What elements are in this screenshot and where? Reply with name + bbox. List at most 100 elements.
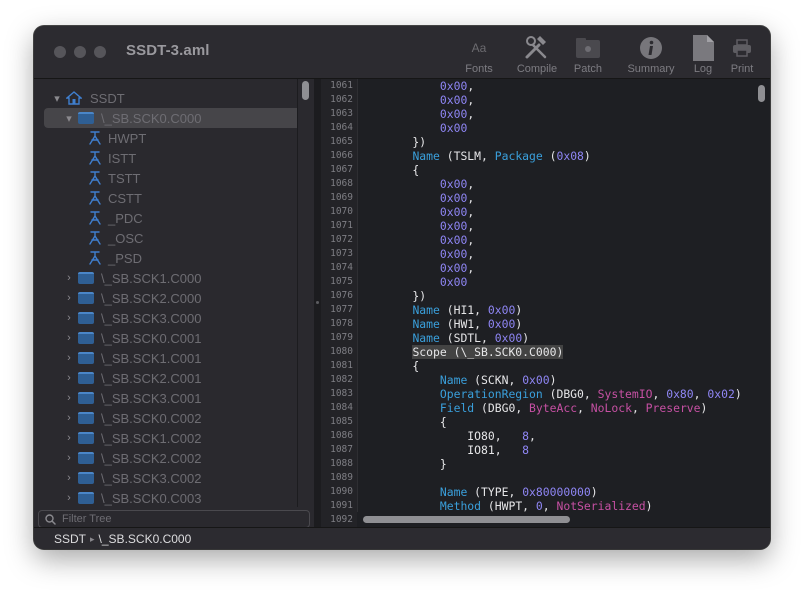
tree-item-label: \_SB.SCK3.C002	[101, 470, 202, 486]
line-number: 1081	[330, 360, 353, 371]
line-number: 1068	[330, 178, 353, 189]
chevron-right-icon[interactable]: ›	[62, 452, 76, 464]
code-token: })	[385, 289, 427, 303]
tree-item-method[interactable]: CSTT	[34, 188, 314, 208]
filter-field[interactable]: Filter Tree	[38, 510, 310, 527]
chevron-right-icon[interactable]: ›	[62, 292, 76, 304]
tree-item-scope[interactable]: › \_SB.SCK1.C000	[34, 268, 314, 288]
code-token: 0x00	[439, 233, 468, 247]
tree-item-scope[interactable]: › \_SB.SCK1.C002	[34, 428, 314, 448]
code-token: (SDTL,	[439, 331, 495, 345]
tree-item-selected[interactable]: ▾ \_SB.SCK0.C000	[44, 108, 304, 128]
chevron-right-icon[interactable]: ›	[62, 372, 76, 384]
chevron-right-icon[interactable]: ›	[62, 352, 76, 364]
code-line: 0x00	[385, 275, 467, 289]
code-line: 0x00,	[385, 233, 474, 247]
log-button[interactable]: Log	[688, 34, 718, 75]
code-line: 0x00,	[385, 191, 474, 205]
line-number: 1092	[330, 514, 353, 525]
code-token: ,	[652, 387, 667, 401]
line-number: 1082	[330, 374, 353, 385]
tree-item-method[interactable]: _PSD	[34, 248, 314, 268]
line-number: 1071	[330, 220, 353, 231]
editor-hscroll-thumb[interactable]	[363, 516, 570, 523]
print-button[interactable]: Print	[726, 34, 758, 75]
chevron-right-icon[interactable]: ›	[62, 392, 76, 404]
split-view-divider[interactable]	[314, 79, 321, 527]
line-number: 1072	[330, 234, 353, 245]
tree-item-scope[interactable]: › \_SB.SCK3.C000	[34, 308, 314, 328]
tree-item-scope[interactable]: › \_SB.SCK2.C001	[34, 368, 314, 388]
summary-button[interactable]: Summary	[622, 34, 680, 75]
tree-item-label: _OSC	[108, 230, 144, 246]
code-token: 0x00	[487, 303, 516, 317]
chevron-down-icon[interactable]: ▾	[50, 92, 64, 105]
chevron-right-icon[interactable]: ›	[62, 272, 76, 284]
code-text[interactable]: 0x00, 0x00, 0x00, 0x00 }) Name (TSLM, Pa…	[385, 79, 753, 513]
chevron-down-icon[interactable]: ▾	[62, 112, 76, 125]
patch-button[interactable]: Patch	[569, 34, 607, 75]
tree-item-label: _PSD	[108, 250, 142, 266]
chevron-right-icon[interactable]: ›	[62, 472, 76, 484]
chevron-right-icon[interactable]: ›	[62, 412, 76, 424]
code-line: Name (TYPE, 0x80000000)	[385, 485, 598, 499]
line-number: 1065	[330, 136, 353, 147]
chevron-right-icon[interactable]: ›	[62, 492, 76, 504]
code-token: ,	[693, 387, 708, 401]
tree-item-label: \_SB.SCK3.C000	[101, 310, 202, 326]
tree-item-method[interactable]: ISTT	[34, 148, 314, 168]
code-line: 0x00,	[385, 247, 474, 261]
code-line: 0x00,	[385, 93, 474, 107]
path-current[interactable]: \_SB.SCK0.C000	[99, 532, 192, 546]
tree-item-root[interactable]: ▾ SSDT	[34, 88, 312, 108]
tree-item-method[interactable]: HWPT	[34, 128, 314, 148]
code-token: )	[549, 373, 557, 387]
code-token: Name	[412, 317, 440, 331]
tree-item-scope[interactable]: › \_SB.SCK3.C002	[34, 468, 314, 488]
minimize-button[interactable]	[74, 46, 86, 58]
chevron-right-icon[interactable]: ›	[62, 312, 76, 324]
code-token: })	[385, 135, 427, 149]
code-line: }	[385, 457, 447, 471]
zoom-button[interactable]	[94, 46, 106, 58]
code-editor[interactable]: 1061 1062 1063 1064 1065 1066 1067 1068 1069 1070…	[321, 79, 770, 527]
folder-icon	[78, 452, 94, 464]
path-root[interactable]: SSDT	[54, 532, 86, 546]
line-number: 1064	[330, 122, 353, 133]
tree-scrollbar[interactable]	[297, 79, 314, 507]
chevron-right-icon[interactable]: ›	[62, 332, 76, 344]
code-token: ,	[467, 191, 475, 205]
tree-item-method[interactable]: _PDC	[34, 208, 314, 228]
editor-vscroll-thumb[interactable]	[758, 85, 765, 102]
code-token: {	[385, 359, 420, 373]
tree-item-scope[interactable]: › \_SB.SCK1.C001	[34, 348, 314, 368]
tree-item-scope[interactable]: › \_SB.SCK2.C000	[34, 288, 314, 308]
code-token: ,	[467, 233, 475, 247]
fonts-button[interactable]: Aa Fonts	[462, 34, 496, 75]
chevron-right-icon: ▸	[90, 533, 95, 544]
editor-horizontal-scrollbar[interactable]	[357, 512, 752, 527]
code-token: )	[645, 499, 653, 513]
chevron-right-icon[interactable]: ›	[62, 432, 76, 444]
window-title: SSDT-3.aml	[126, 42, 210, 59]
code-token: (	[542, 149, 557, 163]
tree-item-scope[interactable]: › \_SB.SCK0.C002	[34, 408, 314, 428]
tree-scroll-thumb[interactable]	[302, 81, 309, 100]
tree-item-label: \_SB.SCK2.C001	[101, 370, 202, 386]
tree-item-scope[interactable]: › \_SB.SCK3.C001	[34, 388, 314, 408]
compile-button[interactable]: Compile	[513, 34, 561, 75]
editor-vertical-scrollbar[interactable]	[752, 79, 770, 509]
close-button[interactable]	[54, 46, 66, 58]
code-token: 0x02	[707, 387, 735, 401]
code-token: 0x00	[494, 331, 523, 345]
tree-item-method[interactable]: _OSC	[34, 228, 314, 248]
code-line: 0x00,	[385, 205, 474, 219]
tree-item-scope[interactable]: › \_SB.SCK0.C003	[34, 488, 314, 508]
tree-item-method[interactable]: TSTT	[34, 168, 314, 188]
tree-item-label: SSDT	[90, 90, 125, 106]
tree-item-scope[interactable]: › \_SB.SCK2.C002	[34, 448, 314, 468]
tree-item-scope[interactable]: › \_SB.SCK0.C001	[34, 328, 314, 348]
